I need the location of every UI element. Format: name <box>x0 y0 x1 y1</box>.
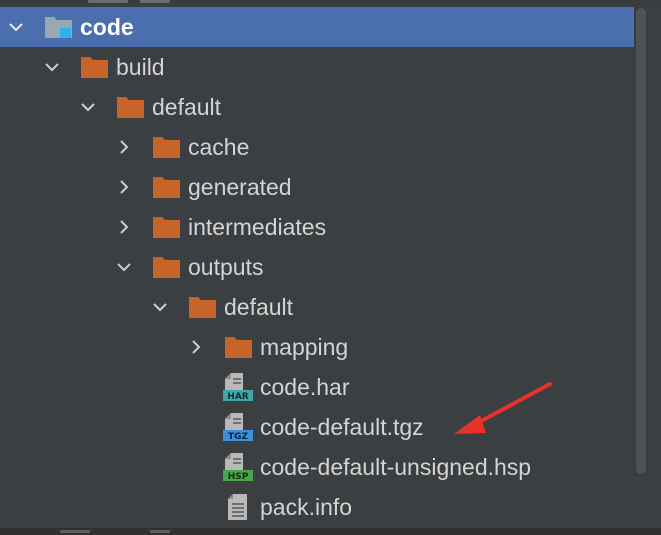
text-file-icon <box>226 493 256 520</box>
tree-row-pack-info[interactable]: pack.info <box>0 487 634 527</box>
hsp-file-icon: HSP <box>222 452 253 482</box>
tree-label: outputs <box>188 254 264 280</box>
folder-icon <box>188 294 218 320</box>
top-edge-strip <box>0 0 661 6</box>
tree-label: cache <box>188 134 250 160</box>
tree-label: build <box>116 54 165 80</box>
hsp-badge-text: HSP <box>228 472 249 482</box>
tree-label: code-default-unsigned.hsp <box>260 454 532 480</box>
tree-row-root-code[interactable]: code <box>0 7 634 47</box>
folder-icon <box>152 174 182 200</box>
tgz-file-icon: TGZ <box>222 412 253 442</box>
tree-label: intermediates <box>188 214 327 240</box>
tree-label: code-default.tgz <box>260 414 424 440</box>
red-annotation-arrow-icon <box>454 382 552 434</box>
tree-row-code-default-unsigned-hsp[interactable]: HSP code-default-unsigned.hsp <box>0 447 634 487</box>
folder-icon <box>80 54 110 80</box>
chevron-right-icon[interactable] <box>116 219 132 235</box>
chevron-down-icon[interactable] <box>8 19 24 35</box>
tree-row-mapping[interactable]: mapping <box>0 327 634 367</box>
project-tree-panel: code build default cache generated inter… <box>0 0 661 535</box>
folder-icon <box>224 334 254 360</box>
har-file-icon: HAR <box>222 372 253 402</box>
tree-label: default <box>224 294 294 320</box>
tree-label: code.har <box>260 374 350 400</box>
scrollbar-thumb[interactable] <box>636 8 646 474</box>
tree-row-default[interactable]: default <box>0 87 634 127</box>
tree-row-outputs-default[interactable]: default <box>0 287 634 327</box>
chevron-down-icon[interactable] <box>80 99 96 115</box>
tree-label: default <box>152 94 222 120</box>
folder-icon <box>152 254 182 280</box>
tree-row-cache[interactable]: cache <box>0 127 634 167</box>
folder-icon <box>116 94 146 120</box>
module-folder-icon <box>44 14 74 40</box>
tree-label: code <box>80 14 134 40</box>
tree-label: pack.info <box>260 494 353 520</box>
har-badge-text: HAR <box>227 392 248 402</box>
chevron-right-icon[interactable] <box>116 139 132 155</box>
folder-icon <box>152 214 182 240</box>
chevron-down-icon[interactable] <box>116 259 132 275</box>
tree-label: mapping <box>260 334 349 360</box>
chevron-right-icon[interactable] <box>116 179 132 195</box>
chevron-down-icon[interactable] <box>152 299 168 315</box>
chevron-down-icon[interactable] <box>44 59 60 75</box>
chevron-right-icon[interactable] <box>188 339 204 355</box>
tree-label: generated <box>188 174 292 200</box>
tree-row-build[interactable]: build <box>0 47 634 87</box>
tgz-badge-text: TGZ <box>228 432 249 442</box>
tree-row-outputs[interactable]: outputs <box>0 247 634 287</box>
tree-row-intermediates[interactable]: intermediates <box>0 207 634 247</box>
folder-icon <box>152 134 182 160</box>
tree-row-generated[interactable]: generated <box>0 167 634 207</box>
bottom-edge-strip <box>0 528 661 535</box>
